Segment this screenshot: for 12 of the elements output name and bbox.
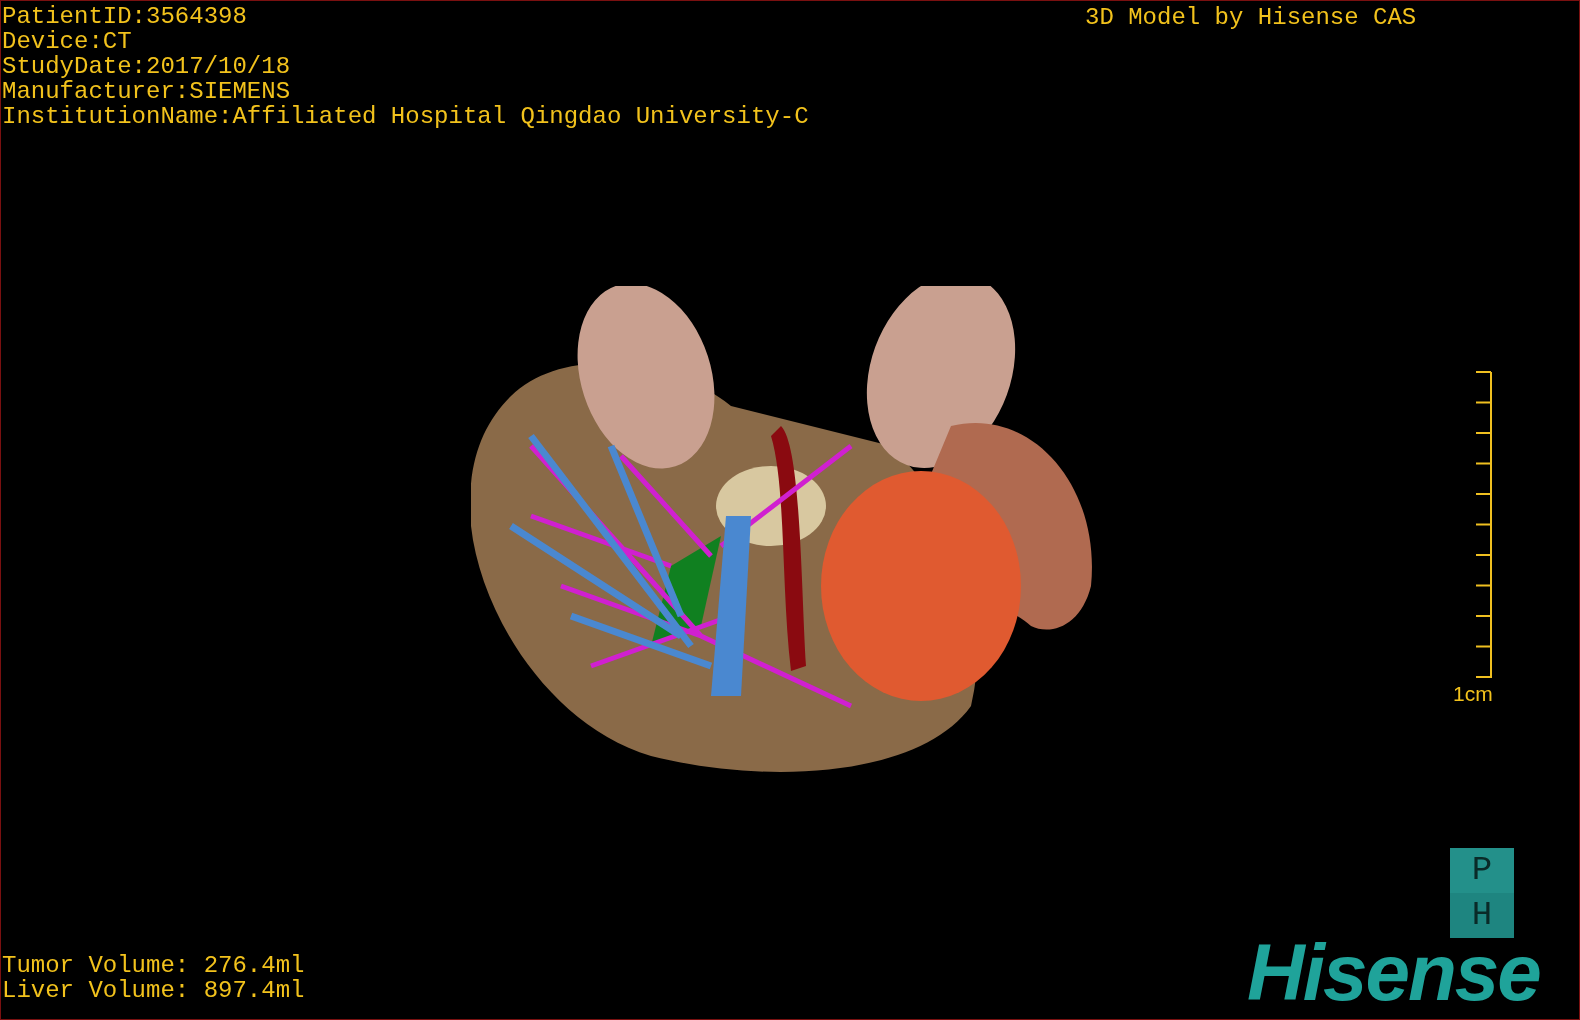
scale-label: 1cm [1453, 683, 1493, 705]
render-viewport[interactable] [0, 0, 1580, 1020]
patient-info-text: StudyDate:2017/10/18 [2, 54, 291, 79]
volume-text: Liver Volume: 897.4ml [2, 978, 305, 1003]
volume-text: Tumor Volume: 276.4ml [2, 953, 305, 978]
patient-info-text: Device:CT [2, 29, 132, 54]
patient-info-text: PatientID:3564398 [2, 4, 247, 29]
patient-info-text: Manufacturer:SIEMENS [2, 79, 291, 104]
orientation-cube-face[interactable]: P [1450, 848, 1514, 893]
orientation-cube-face[interactable]: H [1450, 893, 1514, 938]
viewer-title: 3D Model by Hisense CAS [1085, 5, 1417, 30]
patient-info-text: InstitutionName:Affiliated Hospital Qingdao University-C [2, 104, 809, 129]
